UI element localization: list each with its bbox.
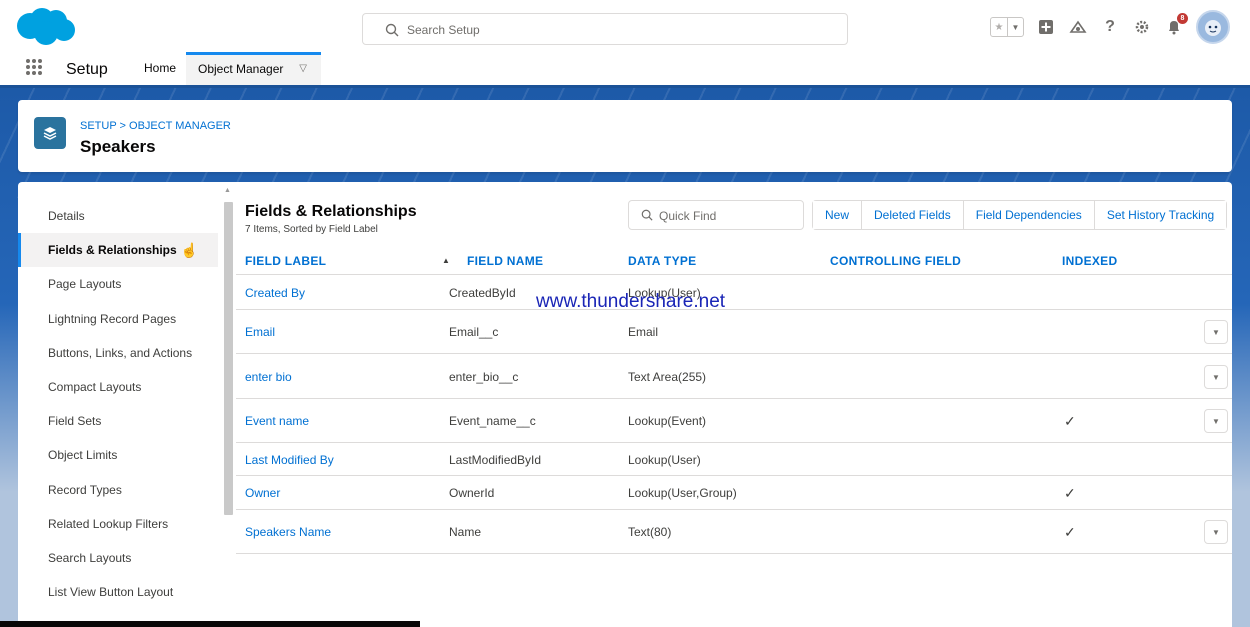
field-data-type: Lookup(User,Group): [628, 486, 737, 500]
app-nav-bar: Setup Home Object Manager ▽: [0, 52, 1250, 88]
search-icon: [385, 23, 399, 37]
action-button-group: New Deleted Fields Field Dependencies Se…: [812, 200, 1228, 230]
favorites-control[interactable]: ★ ▼: [990, 17, 1024, 37]
table-row: enter bio enter_bio__c Text Area(255) ▼: [236, 354, 1232, 399]
search-icon: [641, 209, 653, 221]
field-api-name: OwnerId: [449, 486, 495, 500]
sidebar-item-list-view-button-layout[interactable]: List View Button Layout: [18, 575, 218, 609]
quick-find-placeholder: Quick Find: [659, 209, 717, 223]
row-actions-dropdown-icon[interactable]: ▼: [1204, 320, 1228, 344]
sidebar-item-related-lookup-filters[interactable]: Related Lookup Filters: [18, 507, 218, 541]
sidebar-item-fields-relationships[interactable]: Fields & Relationships ☝: [18, 233, 218, 268]
field-api-name: LastModifiedById: [449, 453, 542, 467]
column-header-data-type[interactable]: DATA TYPE: [628, 254, 696, 268]
sidebar-item-search-layouts[interactable]: Search Layouts: [18, 541, 218, 575]
row-actions-dropdown-icon[interactable]: ▼: [1204, 409, 1228, 433]
field-api-name: Event_name__c: [449, 414, 536, 428]
field-api-name: Name: [449, 525, 482, 539]
field-api-name: CreatedById: [449, 286, 516, 300]
sidebar-item-object-limits[interactable]: Object Limits: [18, 438, 218, 472]
page-title: Speakers: [80, 137, 156, 156]
search-placeholder: Search Setup: [407, 23, 480, 37]
table-row: Email Email__c Email ▼: [236, 310, 1232, 354]
sidebar-item-buttons-links-actions[interactable]: Buttons, Links, and Actions: [18, 336, 218, 370]
field-label-link[interactable]: Speakers Name: [245, 525, 331, 539]
watermark-text: www.thundershare.net: [536, 291, 726, 312]
field-label-link[interactable]: Owner: [245, 486, 280, 500]
table-row: Speakers Name Name Text(80) ✓ ▼: [236, 510, 1232, 554]
field-data-type: Text Area(255): [628, 370, 707, 384]
indexed-check-icon: ✓: [1064, 524, 1076, 540]
field-api-name: Email__c: [449, 325, 499, 339]
column-header-field-name[interactable]: FIELD NAME: [467, 254, 543, 268]
app-name: Setup: [66, 61, 108, 78]
column-header-controlling-field[interactable]: CONTROLLING FIELD: [830, 254, 961, 268]
scroll-up-icon[interactable]: ▲: [224, 187, 231, 194]
chevron-down-icon[interactable]: ▽: [299, 55, 307, 83]
new-button[interactable]: New: [813, 201, 862, 229]
global-search-input[interactable]: Search Setup: [362, 13, 848, 45]
help-icon[interactable]: ?: [1100, 17, 1120, 37]
table-row: Owner OwnerId Lookup(User,Group) ✓: [236, 476, 1232, 510]
tab-home[interactable]: Home: [136, 52, 184, 85]
deleted-fields-button[interactable]: Deleted Fields: [861, 201, 963, 229]
column-header-field-label[interactable]: FIELD LABEL: [245, 254, 326, 268]
notification-count-badge: 8: [1177, 13, 1188, 24]
object-header: SETUP > OBJECT MANAGER Speakers: [18, 100, 1232, 172]
sidebar-item-page-layouts[interactable]: Page Layouts: [18, 267, 218, 301]
section-title: Fields & Relationships: [245, 203, 417, 220]
row-actions-dropdown-icon[interactable]: ▼: [1204, 520, 1228, 544]
field-dependencies-button[interactable]: Field Dependencies: [962, 201, 1094, 229]
table-row: Event name Event_name__c Lookup(Event) ✓ ▼: [236, 399, 1232, 443]
sidebar-scrollbar[interactable]: ▲ ▼: [222, 185, 234, 627]
tab-object-manager-label: Object Manager: [198, 62, 284, 76]
section-subtitle: 7 Items, Sorted by Field Label: [245, 224, 378, 235]
scrollbar-thumb[interactable]: [224, 202, 233, 515]
setup-gear-icon[interactable]: [1132, 17, 1152, 37]
field-label-link[interactable]: Created By: [245, 286, 305, 300]
sidebar-item-record-types[interactable]: Record Types: [18, 473, 218, 507]
favorites-dropdown-icon[interactable]: ▼: [1007, 18, 1023, 36]
field-data-type: Lookup(Event): [628, 414, 707, 428]
main-panel: Details Fields & Relationships ☝ Page Lay…: [18, 182, 1232, 627]
tab-object-manager[interactable]: Object Manager ▽: [186, 52, 321, 85]
quick-find-input[interactable]: Quick Find: [628, 200, 804, 230]
field-label-link[interactable]: Email: [245, 325, 275, 339]
field-data-type: Lookup(User): [628, 453, 701, 467]
star-icon[interactable]: ★: [991, 18, 1007, 36]
table-row: Created By CreatedById Lookup(User): [236, 276, 1232, 310]
sidebar-item-compact-layouts[interactable]: Compact Layouts: [18, 370, 218, 404]
breadcrumb[interactable]: SETUP > OBJECT MANAGER: [80, 120, 231, 132]
field-data-type: Email: [628, 325, 659, 339]
table-header: FIELD LABEL ▲ FIELD NAME DATA TYPE CONTR…: [236, 245, 1232, 275]
table-row: Last Modified By LastModifiedById Lookup(U…: [236, 443, 1232, 476]
indexed-check-icon: ✓: [1064, 413, 1076, 429]
notifications-bell-icon[interactable]: 8: [1164, 13, 1188, 37]
column-header-indexed[interactable]: INDEXED: [1062, 254, 1117, 268]
field-data-type: Text(80): [628, 525, 672, 539]
field-label-link[interactable]: Last Modified By: [245, 453, 334, 467]
sidebar-item-field-sets[interactable]: Field Sets: [18, 404, 218, 438]
indexed-check-icon: ✓: [1064, 485, 1076, 501]
global-header: Search Setup ★ ▼ ? 8: [0, 0, 1250, 52]
trailhead-icon[interactable]: [1068, 17, 1088, 37]
set-history-tracking-button[interactable]: Set History Tracking: [1093, 201, 1227, 229]
global-actions-icon[interactable]: [1036, 17, 1056, 37]
row-actions-dropdown-icon[interactable]: ▼: [1204, 365, 1228, 389]
object-layers-icon: [34, 117, 66, 149]
salesforce-logo[interactable]: [14, 6, 76, 46]
sidebar-item-lightning-record-pages[interactable]: Lightning Record Pages: [18, 302, 218, 336]
field-api-name: enter_bio__c: [449, 370, 519, 384]
field-label-link[interactable]: enter bio: [245, 370, 292, 384]
fields-content: Fields & Relationships 7 Items, Sorted b…: [236, 182, 1232, 627]
app-launcher-icon[interactable]: [26, 59, 42, 75]
sort-ascending-icon[interactable]: ▲: [442, 256, 450, 265]
object-manager-sidebar: Details Fields & Relationships ☝ Page Lay…: [18, 199, 218, 609]
user-avatar[interactable]: [1196, 10, 1230, 44]
field-label-link[interactable]: Event name: [245, 414, 309, 428]
horizontal-scrollbar[interactable]: [0, 621, 420, 627]
sidebar-item-details[interactable]: Details: [18, 199, 218, 233]
hand-cursor-icon: ☝: [180, 241, 199, 258]
